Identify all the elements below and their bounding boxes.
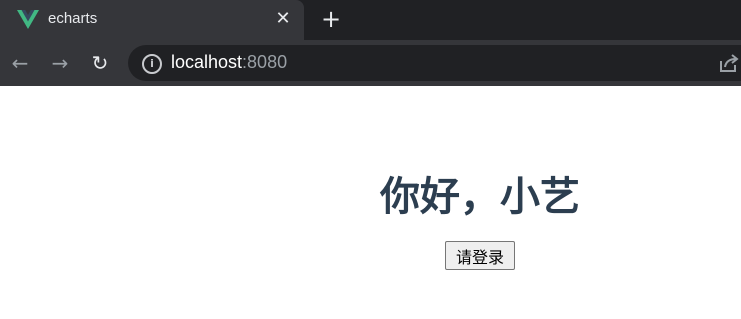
share-icon[interactable] — [718, 52, 740, 74]
site-info-icon[interactable]: i — [142, 54, 162, 74]
reload-icon[interactable]: ↻ — [86, 49, 114, 77]
tab-strip: echarts ✕ + — [0, 0, 741, 40]
tab-title: echarts — [48, 10, 98, 27]
page-content: 你好，小艺 请登录 — [0, 86, 741, 319]
close-tab-icon[interactable]: ✕ — [272, 8, 294, 30]
address-url[interactable]: localhost:8080 — [171, 52, 287, 73]
url-host: localhost — [171, 52, 243, 72]
back-arrow-icon[interactable]: ← — [6, 49, 34, 77]
login-button[interactable]: 请登录 — [445, 241, 515, 270]
browser-tab[interactable]: echarts ✕ — [0, 0, 304, 40]
new-tab-icon[interactable]: + — [318, 6, 344, 32]
forward-arrow-icon[interactable]: → — [46, 49, 74, 77]
address-bar[interactable]: i localhost:8080 — [128, 45, 741, 81]
vue-logo-icon — [17, 10, 39, 29]
url-port: :8080 — [242, 52, 288, 72]
browser-toolbar: ← → ↻ i localhost:8080 — [0, 40, 741, 86]
greeting-heading: 你好，小艺 — [380, 174, 580, 220]
